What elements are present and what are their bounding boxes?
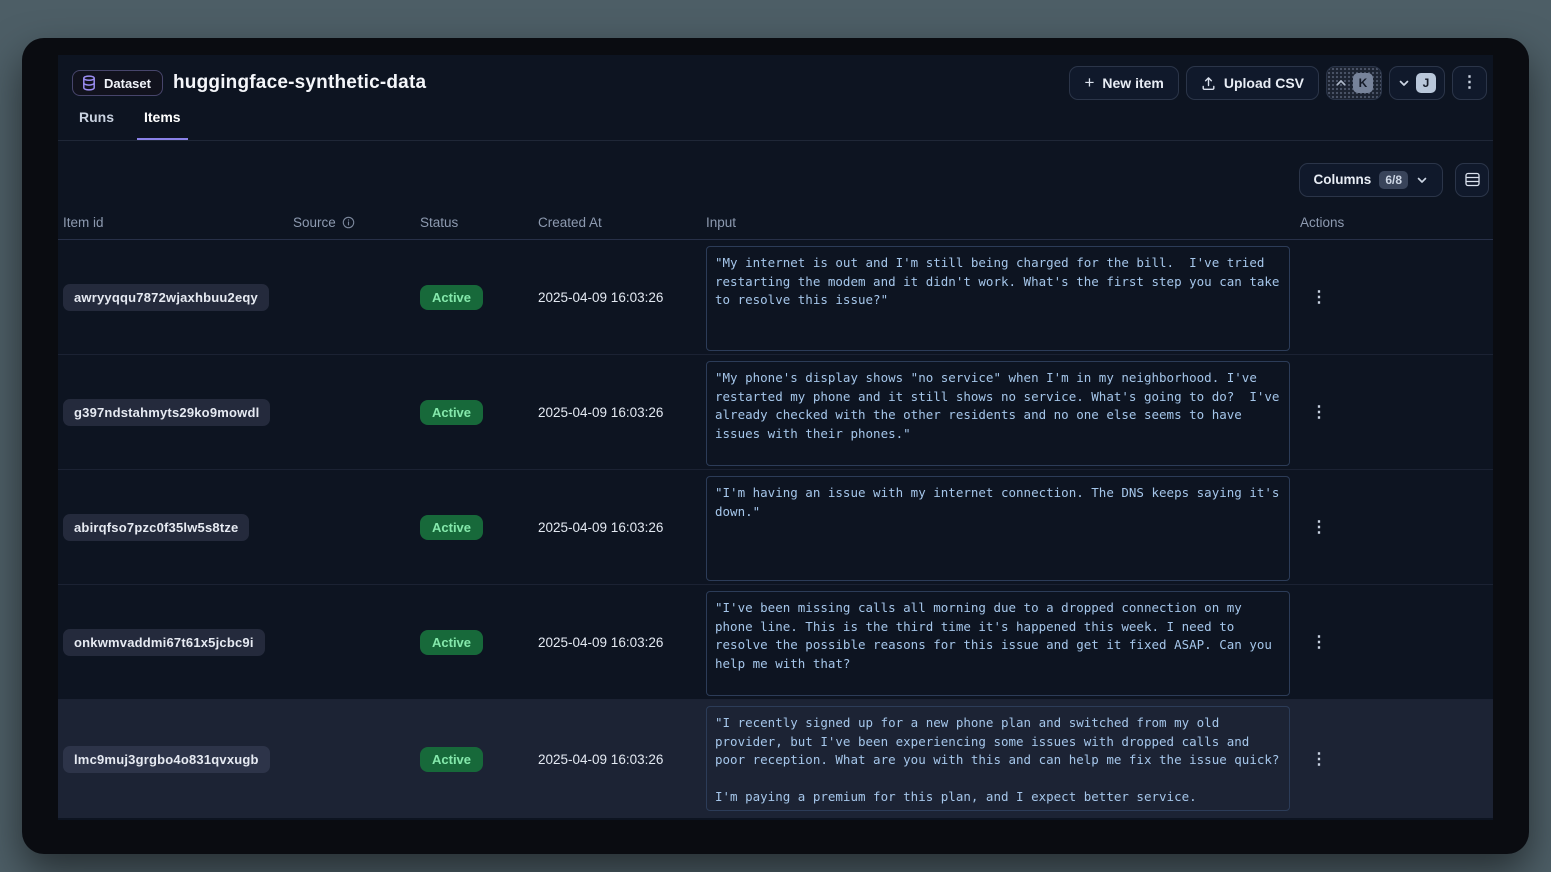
- created-at-cell: 2025-04-09 16:03:26: [533, 405, 702, 420]
- kebab-icon: ⋮: [1462, 75, 1478, 91]
- chevron-down-icon: [1398, 77, 1410, 89]
- columns-label: Columns: [1314, 172, 1372, 187]
- chevron-up-icon: [1335, 77, 1347, 89]
- upload-icon: [1201, 76, 1216, 91]
- row-actions-kebab-icon[interactable]: ⋮: [1305, 285, 1333, 310]
- input-preview[interactable]: "My phone's display shows "no service" w…: [706, 361, 1290, 466]
- input-preview[interactable]: "I'm having an issue with my internet co…: [706, 476, 1290, 581]
- plus-icon: +: [1084, 73, 1094, 93]
- new-item-label: New item: [1102, 75, 1163, 91]
- column-header-actions: Actions: [1295, 215, 1493, 230]
- columns-dropdown-button[interactable]: Columns 6/8: [1299, 163, 1443, 197]
- tab-items[interactable]: Items: [137, 109, 188, 140]
- table-header-row: Item id Source Status Created At Input A…: [58, 205, 1493, 240]
- item-id-badge[interactable]: g397ndstahmyts29ko9mowdl: [63, 399, 270, 426]
- titlebar-actions: + New item Upload CSV K: [1069, 66, 1493, 100]
- tab-bar: Runs Items: [58, 101, 1493, 141]
- column-header-created-at[interactable]: Created At: [533, 215, 702, 230]
- status-badge: Active: [420, 747, 483, 772]
- new-item-button[interactable]: + New item: [1069, 66, 1178, 100]
- input-preview[interactable]: "I've been missing calls all morning due…: [706, 591, 1290, 696]
- shortcut-key-j: J: [1416, 73, 1436, 93]
- column-header-status[interactable]: Status: [415, 215, 533, 230]
- table-row[interactable]: lmc9muj3grgbo4o831qvxugb Active 2025-04-…: [58, 700, 1493, 818]
- chevron-down-icon: [1416, 174, 1428, 186]
- item-id-badge[interactable]: abirqfso7pzc0f35lw5s8tze: [63, 514, 249, 541]
- dataset-badge-label: Dataset: [104, 76, 151, 91]
- page-title: huggingface-synthetic-data: [173, 72, 426, 94]
- dataset-type-badge: Dataset: [72, 70, 163, 96]
- row-actions-kebab-icon[interactable]: ⋮: [1305, 515, 1333, 540]
- table-toolbar: Columns 6/8: [58, 141, 1493, 205]
- table-rows-icon: [1464, 171, 1481, 188]
- input-preview[interactable]: "I recently signed up for a new phone pl…: [706, 706, 1290, 811]
- status-badge: Active: [420, 285, 483, 310]
- column-header-item-id[interactable]: Item id: [58, 215, 288, 230]
- shortcut-key-k: K: [1353, 73, 1373, 93]
- info-icon: [342, 216, 355, 229]
- table-row[interactable]: awryyqqu7872wjaxhbuu2eqy Active 2025-04-…: [58, 240, 1493, 355]
- column-header-source[interactable]: Source: [288, 215, 415, 230]
- database-icon: [81, 75, 97, 91]
- dataset-page: Dataset huggingface-synthetic-data + New…: [58, 55, 1493, 820]
- column-header-input[interactable]: Input: [702, 215, 1295, 230]
- row-density-button[interactable]: [1455, 163, 1489, 197]
- created-at-cell: 2025-04-09 16:03:26: [533, 290, 702, 305]
- table-row[interactable]: onkwmvaddmi67t61x5jcbc9i Active 2025-04-…: [58, 585, 1493, 700]
- table-row[interactable]: abirqfso7pzc0f35lw5s8tze Active 2025-04-…: [58, 470, 1493, 585]
- title-bar: Dataset huggingface-synthetic-data + New…: [58, 55, 1493, 101]
- more-options-button[interactable]: ⋮: [1452, 66, 1487, 100]
- created-at-cell: 2025-04-09 16:03:26: [533, 635, 702, 650]
- tab-runs[interactable]: Runs: [72, 109, 121, 140]
- prev-item-button[interactable]: K: [1326, 66, 1382, 100]
- created-at-cell: 2025-04-09 16:03:26: [533, 752, 702, 767]
- upload-csv-label: Upload CSV: [1224, 75, 1304, 91]
- row-actions-kebab-icon[interactable]: ⋮: [1305, 747, 1333, 772]
- created-at-cell: 2025-04-09 16:03:26: [533, 520, 702, 535]
- upload-csv-button[interactable]: Upload CSV: [1186, 66, 1319, 100]
- columns-count-badge: 6/8: [1379, 171, 1408, 189]
- app-window: Dataset huggingface-synthetic-data + New…: [22, 38, 1529, 854]
- next-item-button[interactable]: J: [1389, 66, 1445, 100]
- item-id-badge[interactable]: awryyqqu7872wjaxhbuu2eqy: [63, 284, 269, 311]
- input-preview[interactable]: "My internet is out and I'm still being …: [706, 246, 1290, 351]
- status-badge: Active: [420, 515, 483, 540]
- item-id-badge[interactable]: lmc9muj3grgbo4o831qvxugb: [63, 746, 270, 773]
- status-badge: Active: [420, 400, 483, 425]
- item-id-badge[interactable]: onkwmvaddmi67t61x5jcbc9i: [63, 629, 265, 656]
- row-actions-kebab-icon[interactable]: ⋮: [1305, 630, 1333, 655]
- row-actions-kebab-icon[interactable]: ⋮: [1305, 400, 1333, 425]
- status-badge: Active: [420, 630, 483, 655]
- table-row[interactable]: g397ndstahmyts29ko9mowdl Active 2025-04-…: [58, 355, 1493, 470]
